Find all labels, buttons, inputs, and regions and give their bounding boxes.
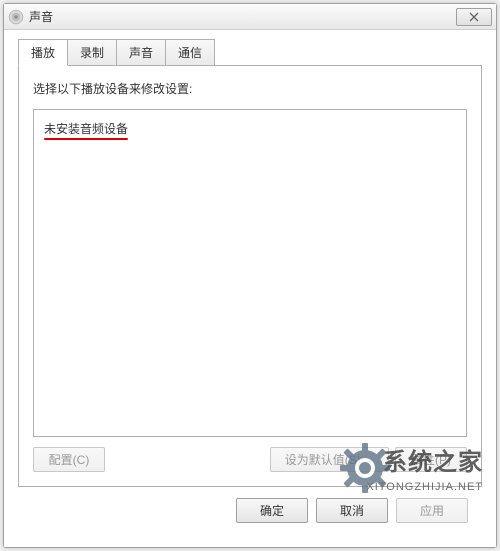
content-area: 播放 录制 声音 通信 选择以下播放设备来修改设置: 未安装音频设备 配置(C) bbox=[4, 30, 496, 547]
configure-button[interactable]: 配置(C) bbox=[33, 447, 105, 472]
right-button-group: 设为默认值(S) ▼ 属性(P) bbox=[270, 447, 467, 472]
no-device-message: 未安装音频设备 bbox=[44, 120, 128, 137]
set-default-button[interactable]: 设为默认值(S) ▼ bbox=[270, 447, 389, 472]
tab-content-playback: 选择以下播放设备来修改设置: 未安装音频设备 配置(C) 设为默认值(S) ▼ … bbox=[18, 65, 482, 487]
properties-button[interactable]: 属性(P) bbox=[395, 447, 467, 472]
tab-playback[interactable]: 播放 bbox=[18, 39, 68, 66]
dropdown-arrow-icon: ▼ bbox=[366, 457, 374, 466]
config-button-row: 配置(C) 设为默认值(S) ▼ 属性(P) bbox=[33, 447, 467, 472]
dialog-footer: 确定 取消 应用 bbox=[18, 487, 482, 533]
device-list[interactable]: 未安装音频设备 bbox=[33, 109, 467, 437]
close-icon bbox=[469, 12, 479, 22]
ok-button[interactable]: 确定 bbox=[236, 498, 308, 523]
red-underline bbox=[44, 138, 128, 140]
tab-recording[interactable]: 录制 bbox=[67, 39, 117, 66]
titlebar: 声音 bbox=[4, 4, 496, 30]
close-button[interactable] bbox=[456, 8, 492, 26]
sound-dialog-window: 声音 播放 录制 声音 通信 选择以下播放设备来修改设置: 未安装音频设备 bbox=[3, 3, 497, 548]
instruction-text: 选择以下播放设备来修改设置: bbox=[33, 80, 467, 97]
apply-button[interactable]: 应用 bbox=[396, 498, 468, 523]
speaker-icon bbox=[8, 9, 24, 25]
cancel-button[interactable]: 取消 bbox=[316, 498, 388, 523]
tab-sounds[interactable]: 声音 bbox=[116, 39, 166, 66]
window-title: 声音 bbox=[29, 8, 456, 25]
tab-communications[interactable]: 通信 bbox=[165, 39, 215, 66]
tab-strip: 播放 录制 声音 通信 bbox=[18, 38, 482, 65]
